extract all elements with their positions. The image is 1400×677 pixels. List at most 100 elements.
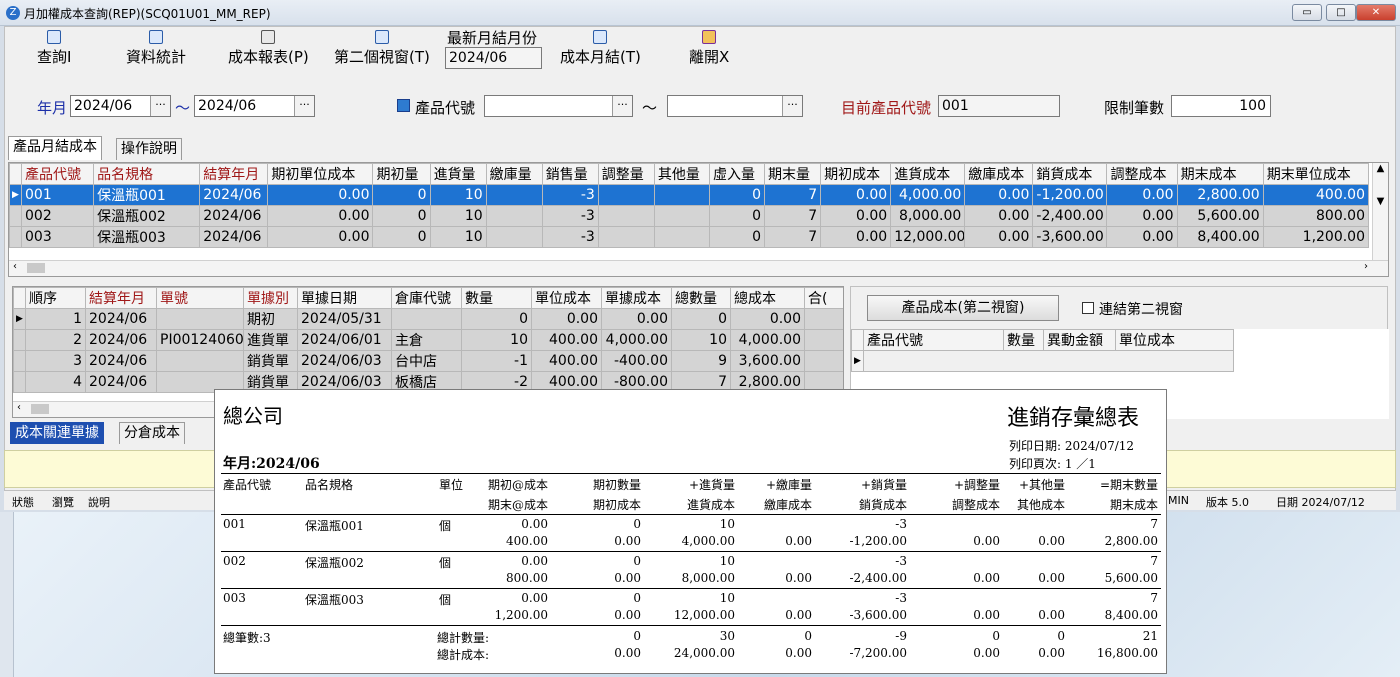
- table-cell[interactable]: 0.00: [820, 184, 892, 206]
- column-header[interactable]: 期初單位成本: [267, 163, 374, 185]
- table-cell[interactable]: 2,800.00: [1176, 184, 1264, 206]
- tab-warehouse-cost[interactable]: 分倉成本: [119, 422, 185, 444]
- column-header[interactable]: 單號: [156, 287, 244, 309]
- minimize-button[interactable]: ▭: [1292, 4, 1322, 21]
- stats-button[interactable]: 資料統計: [126, 30, 186, 67]
- column-header[interactable]: 順序: [25, 287, 86, 309]
- tab-product-monthly-cost[interactable]: 產品月結成本: [8, 136, 102, 160]
- table-cell[interactable]: 0.00: [964, 205, 1034, 227]
- table-cell[interactable]: 4,000.00: [890, 184, 966, 206]
- table-row[interactable]: ▶ 1 2024/06 期初 2024/05/31 0 0.00 0.00 0 0.00: [13, 308, 843, 330]
- column-header[interactable]: 產品代號: [21, 163, 95, 185]
- table-cell[interactable]: 001: [21, 184, 95, 206]
- table-cell[interactable]: 0.00: [267, 226, 374, 248]
- table-cell[interactable]: 8,400.00: [1176, 226, 1264, 248]
- column-header[interactable]: 虛入量: [708, 163, 766, 185]
- table-cell[interactable]: 2024/06: [199, 184, 269, 206]
- table-cell[interactable]: 2024/06/01: [297, 329, 392, 351]
- column-header[interactable]: 品名規格: [93, 163, 201, 185]
- column-header[interactable]: 異動金額: [1043, 329, 1116, 351]
- lookup-button[interactable]: ···: [612, 96, 632, 116]
- product-from-field[interactable]: ···: [484, 95, 633, 117]
- column-header[interactable]: 單據成本: [601, 287, 672, 309]
- table-cell[interactable]: 台中店: [391, 350, 462, 372]
- column-header[interactable]: 繳庫量: [485, 163, 543, 185]
- table-cell[interactable]: 0: [461, 308, 532, 330]
- table-cell[interactable]: 銷貨單: [243, 350, 298, 372]
- table-cell[interactable]: -3,600.00: [1032, 226, 1108, 248]
- table-cell[interactable]: 2024/05/31: [297, 308, 392, 330]
- report-button[interactable]: 成本報表(P): [228, 30, 309, 67]
- table-cell[interactable]: 3: [25, 350, 86, 372]
- table-cell[interactable]: 2024/06: [199, 205, 269, 227]
- table-row[interactable]: 002 保溫瓶002 2024/06 0.00 0 10 -3 0 7 0.00 8,000.00 0…: [9, 205, 1370, 227]
- table-cell[interactable]: 0.00: [730, 308, 805, 330]
- lookup-button[interactable]: ···: [294, 96, 314, 116]
- column-header[interactable]: 期末成本: [1176, 163, 1264, 185]
- close-button[interactable]: ✕: [1356, 4, 1396, 21]
- table-cell[interactable]: [804, 350, 843, 372]
- table-cell[interactable]: 0.00: [1106, 205, 1178, 227]
- year-month-from-field[interactable]: 2024/06 ···: [70, 95, 171, 117]
- table-cell[interactable]: -400.00: [601, 350, 672, 372]
- table-cell[interactable]: 10: [671, 329, 731, 351]
- table-cell[interactable]: 0.00: [531, 308, 602, 330]
- column-header[interactable]: 總成本: [730, 287, 805, 309]
- table-cell[interactable]: 0: [708, 226, 766, 248]
- table-cell[interactable]: 10: [429, 184, 487, 206]
- table-cell[interactable]: 4: [25, 371, 86, 393]
- table-cell[interactable]: [485, 226, 543, 248]
- column-header[interactable]: 銷貨成本: [1032, 163, 1108, 185]
- column-header[interactable]: 結算年月: [85, 287, 157, 309]
- table-row[interactable]: 003 保溫瓶003 2024/06 0.00 0 10 -3 0 7 0.00 12,000.00…: [9, 226, 1370, 248]
- link-second-window-checkbox[interactable]: [1082, 302, 1094, 314]
- column-header[interactable]: 繳庫成本: [964, 163, 1034, 185]
- column-header[interactable]: 單據日期: [297, 287, 392, 309]
- main-grid-vscroll[interactable]: ▲ ▼: [1372, 163, 1388, 261]
- table-cell[interactable]: [653, 205, 710, 227]
- tab-cost-related-documents[interactable]: 成本關連單據: [10, 422, 104, 444]
- column-header[interactable]: 進貨量: [429, 163, 487, 185]
- table-cell[interactable]: 0: [372, 226, 431, 248]
- table-cell[interactable]: 400.00: [1262, 184, 1370, 206]
- table-cell[interactable]: 7: [764, 226, 822, 248]
- table-cell[interactable]: 003: [21, 226, 95, 248]
- table-cell[interactable]: 2024/06: [85, 371, 157, 393]
- main-grid-hscroll[interactable]: ‹ ›: [9, 260, 1388, 276]
- table-cell[interactable]: 主倉: [391, 329, 462, 351]
- table-cell[interactable]: [485, 205, 543, 227]
- table-cell[interactable]: 1,200.00: [1262, 226, 1370, 248]
- table-cell[interactable]: [156, 350, 244, 372]
- table-cell[interactable]: 進貨單: [243, 329, 298, 351]
- table-cell[interactable]: 3,600.00: [730, 350, 805, 372]
- column-header[interactable]: 數量: [1003, 329, 1044, 351]
- table-cell[interactable]: 0: [671, 308, 731, 330]
- table-row[interactable]: ▶ 001 保溫瓶001 2024/06 0.00 0 10 -3 0 7 0.00 4,000.00…: [9, 184, 1370, 206]
- table-cell[interactable]: [597, 226, 655, 248]
- table-cell[interactable]: 5,600.00: [1176, 205, 1264, 227]
- table-cell[interactable]: 2024/06: [85, 308, 157, 330]
- column-header[interactable]: 倉庫代號: [391, 287, 462, 309]
- table-cell[interactable]: 12,000.00: [890, 226, 966, 248]
- table-cell[interactable]: 4,000.00: [730, 329, 805, 351]
- table-cell[interactable]: 002: [21, 205, 95, 227]
- table-cell[interactable]: [653, 184, 710, 206]
- table-row[interactable]: 3 2024/06 銷貨單 2024/06/03 台中店 -1 400.00 -400.00 9…: [13, 350, 843, 372]
- table-cell[interactable]: [804, 329, 843, 351]
- table-cell[interactable]: 保溫瓶001: [93, 184, 201, 206]
- column-header[interactable]: 期末量: [764, 163, 822, 185]
- table-cell[interactable]: [156, 308, 244, 330]
- table-cell[interactable]: 0.00: [601, 308, 672, 330]
- column-header[interactable]: 其他量: [653, 163, 710, 185]
- table-cell[interactable]: 期初: [243, 308, 298, 330]
- column-header[interactable]: 數量: [461, 287, 532, 309]
- column-header[interactable]: 產品代號: [863, 329, 1004, 351]
- exit-button[interactable]: 離開X: [689, 30, 729, 67]
- limit-field[interactable]: 100: [1171, 95, 1271, 117]
- table-cell[interactable]: 0.00: [1106, 226, 1178, 248]
- table-cell[interactable]: 7: [764, 184, 822, 206]
- table-cell[interactable]: 10: [429, 205, 487, 227]
- table-cell[interactable]: -1: [461, 350, 532, 372]
- table-cell[interactable]: 2024/06: [199, 226, 269, 248]
- table-cell[interactable]: 0.00: [964, 226, 1034, 248]
